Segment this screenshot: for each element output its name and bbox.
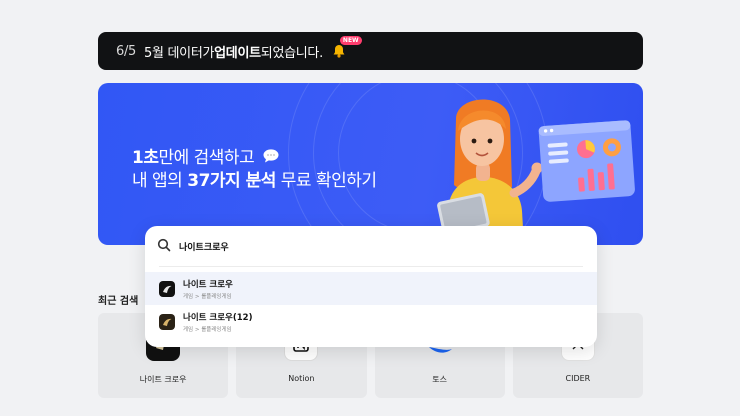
search-result-item[interactable]: 나이트 크로우(12) 게임 > 롤플레잉게임 — [145, 305, 597, 338]
notice-date: 6/5 — [116, 43, 137, 59]
search-result-title: 나이트 크로우(12) — [183, 312, 253, 323]
recent-item-label: 토스 — [432, 375, 447, 384]
recent-item-label: Notion — [288, 374, 315, 383]
notice-text-after: 되었습니다. — [260, 45, 323, 61]
search-input[interactable]: 나이트크로우 — [145, 226, 597, 266]
search-dropdown: 나이트크로우 나이트 크로우 게임 > 롤플레잉게임 나이트 크로우(12) 게… — [145, 226, 597, 347]
recent-item-label: CIDER — [565, 374, 591, 383]
banner-headline-2: 내 앱의 37가지 분석 무료 확인하기 — [132, 171, 377, 191]
notice-text-bold: 업데이트 — [214, 45, 261, 61]
search-result-title: 나이트 크로우 — [183, 279, 233, 290]
night-crow-app-icon — [159, 280, 175, 297]
update-notice-bar[interactable]: 6/5 5월 데이터가 업데이트 되었습니다. NEW — [98, 32, 643, 70]
banner-headline-1: 1초만에 검색하고 — [132, 143, 279, 168]
character-illustration — [437, 99, 635, 245]
notice-text-before: 5월 데이터가 — [144, 45, 215, 61]
search-query: 나이트크로우 — [179, 242, 229, 253]
search-icon — [157, 237, 171, 256]
search-result-item[interactable]: 나이트 크로우 게임 > 롤플레잉게임 — [145, 272, 597, 305]
night-crow-12-app-icon — [159, 313, 175, 330]
new-badge: NEW — [339, 36, 362, 45]
search-result-category: 게임 > 롤플레잉게임 — [183, 293, 232, 300]
search-divider — [159, 266, 583, 267]
search-result-category: 게임 > 롤플레잉게임 — [183, 326, 232, 333]
speech-bubble-icon — [263, 148, 279, 168]
recent-item-label: 나이트 크로우 — [139, 375, 187, 384]
recent-search-title: 최근 검색 — [98, 296, 139, 307]
promo-banner[interactable]: 1초만에 검색하고 내 앱의 37가지 분석 무료 확인하기 — [98, 83, 643, 245]
bell-icon: NEW — [331, 36, 362, 59]
